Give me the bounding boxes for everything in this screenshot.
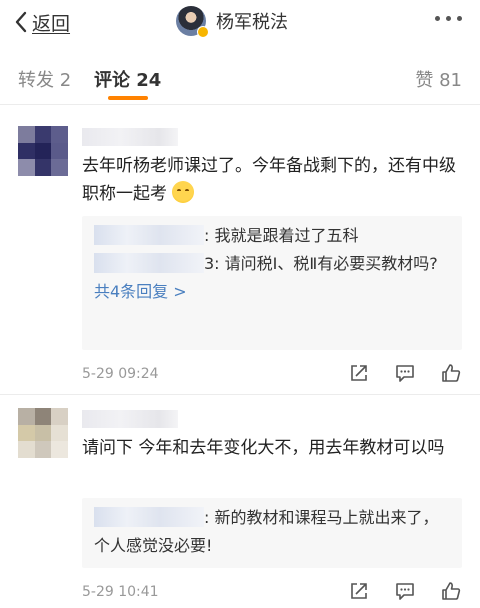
- like-icon[interactable]: [440, 580, 462, 602]
- back-label: 返回: [32, 12, 71, 35]
- reply-text: 3: 请问税Ⅰ、税Ⅱ有必要买教材吗?: [204, 254, 438, 273]
- commenter-avatar[interactable]: [18, 408, 68, 458]
- commenter-name[interactable]: [82, 128, 178, 146]
- comment-text: 去年听杨老师课过了。今年备战剩下的，还有中级职称一起考: [82, 152, 462, 208]
- back-button[interactable]: 返回: [14, 8, 70, 36]
- top-navigation: 返回 杨军税法: [0, 0, 480, 44]
- commenter-avatar[interactable]: [18, 126, 68, 176]
- comment-actions: [348, 580, 462, 602]
- smile-emoji: [172, 181, 195, 203]
- comment-actions: [348, 362, 462, 384]
- commenter-name[interactable]: [82, 410, 178, 428]
- more-dots-icon[interactable]: [435, 16, 462, 21]
- reply-item[interactable]: : 我就是跟着过了五科: [82, 216, 462, 250]
- tab-likes[interactable]: 赞 81: [415, 66, 462, 92]
- comment-text-content: 去年听杨老师课过了。今年备战剩下的，还有中级职称一起考: [82, 156, 456, 204]
- account-avatar[interactable]: [176, 6, 209, 38]
- reply-text: : 我就是跟着过了五科: [204, 226, 359, 245]
- active-tab-indicator: [108, 96, 148, 100]
- account-header[interactable]: 杨军税法: [176, 5, 288, 38]
- tab-comments[interactable]: 评论 24: [94, 66, 161, 92]
- comment-icon[interactable]: [394, 580, 416, 602]
- share-icon[interactable]: [348, 580, 370, 602]
- like-icon[interactable]: [440, 362, 462, 384]
- reply-item[interactable]: : 新的教材和课程马上就出来了，个人感觉没必要!: [82, 498, 462, 560]
- comment-icon[interactable]: [394, 362, 416, 384]
- verified-badge-icon: [197, 26, 209, 38]
- comment-timestamp: 5-29 09:24: [82, 366, 159, 382]
- reply-item[interactable]: 3: 请问税Ⅰ、税Ⅱ有必要买教材吗?: [82, 250, 462, 278]
- divider: [0, 394, 480, 395]
- reply-author[interactable]: [94, 507, 204, 527]
- comment-timestamp: 5-29 10:41: [82, 584, 159, 600]
- reply-author[interactable]: [94, 253, 204, 273]
- tab-bar: 转发 2 评论 24 赞 81: [0, 56, 480, 104]
- share-icon[interactable]: [348, 362, 370, 384]
- divider: [0, 104, 480, 105]
- reply-author[interactable]: [94, 225, 204, 245]
- reply-box: : 新的教材和课程马上就出来了，个人感觉没必要!: [82, 498, 462, 568]
- chevron-left-icon: [15, 11, 27, 33]
- account-name: 杨军税法: [216, 12, 288, 33]
- tab-reposts[interactable]: 转发 2: [18, 66, 71, 92]
- reply-box: : 我就是跟着过了五科 3: 请问税Ⅰ、税Ⅱ有必要买教材吗? 共4条回复 >: [82, 216, 462, 350]
- view-more-replies-link[interactable]: 共4条回复 >: [82, 278, 462, 306]
- comment-text: 请问下 今年和去年变化大不，用去年教材可以吗: [82, 438, 445, 458]
